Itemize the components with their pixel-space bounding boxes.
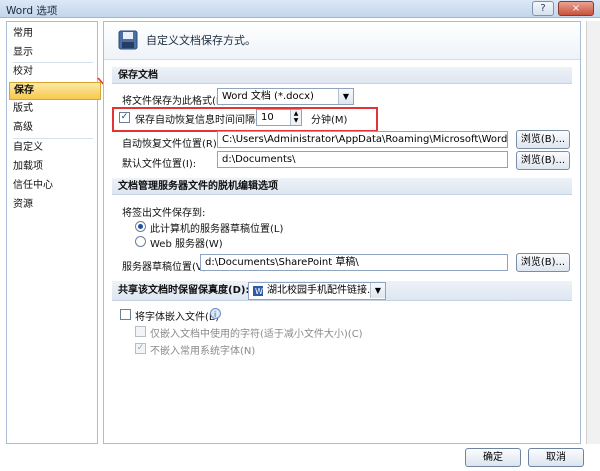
sidebar-item-resources[interactable]: 资源 [13,197,33,213]
save-disk-icon [118,30,138,50]
no-common-fonts-checkbox[interactable]: ✓ [135,343,146,354]
default-location-input[interactable]: d:\Documents\ [217,151,508,168]
section-offline-editing: 文档管理服务器文件的脱机编辑选项 [112,178,572,195]
embed-fonts-checkbox[interactable] [120,309,131,320]
server-drafts-radio-label: 此计算机的服务器草稿位置(L) [150,224,284,235]
word-document-icon: W [253,286,263,296]
window-title: Word 选项 [6,5,58,17]
sidebar-item-proofing[interactable]: 校对 [13,64,33,80]
autorecover-minutes-value: 10 [261,112,274,123]
cancel-button[interactable]: 取消 [528,448,584,467]
browse-drafts-button[interactable]: 浏览(B)... [516,253,570,272]
help-button[interactable]: ? [532,1,554,16]
autorecover-unit: 分钟(M) [311,115,348,126]
drafts-location-input[interactable]: d:\Documents\SharePoint 草稿\ [200,254,508,271]
no-common-fonts-label: 不嵌入常用系统字体(N) [150,346,256,357]
sidebar-item-advanced[interactable]: 高级 [13,120,33,136]
svg-text:i: i [214,310,216,319]
background-window-edge [586,21,600,444]
embed-subset-label: 仅嵌入文档中使用的字符(适于减小文件大小)(C) [150,329,363,340]
save-format-dropdown[interactable]: Word 文档 (*.docx) ▼ [217,88,354,105]
svg-text:W: W [255,287,263,296]
sidebar-item-layout[interactable]: 版式 [13,101,33,117]
sidebar-item-display[interactable]: 显示 [13,45,33,61]
embed-fonts-label: 将字体嵌入文件(E) [135,312,220,323]
chevron-down-icon: ▼ [370,283,385,298]
autorecover-label: 保存自动恢复信息时间间隔(A) [135,115,270,126]
server-drafts-radio[interactable] [135,221,146,232]
info-icon: i [210,308,221,319]
sidebar-item-trust-center[interactable]: 信任中心 [13,178,53,194]
save-format-value: Word 文档 (*.docx) [222,91,314,102]
close-button[interactable]: × [558,1,594,16]
title-bar: Word 选项 ? × [0,0,600,18]
section-save-documents: 保存文档 [112,67,572,84]
save-format-label: 将文件保存为此格式(F): [122,96,229,107]
fidelity-label: 共享该文档时保留保真度(D): [118,285,250,296]
fidelity-document-value: 湖北校园手机配件链接.docx [267,285,386,296]
sidebar-separator [13,138,93,139]
sidebar-separator [13,62,93,63]
ok-button[interactable]: 确定 [465,448,521,467]
default-location-label: 默认文件位置(I): [122,159,197,170]
content-panel: 自定义文档保存方式。 保存文档 将文件保存为此格式(F): Word 文档 (*… [103,21,581,444]
embed-subset-checkbox[interactable] [135,326,146,337]
drafts-location-label: 服务器草稿位置(V): [122,262,211,273]
web-server-radio-label: Web 服务器(W) [150,239,223,250]
browse-autorecover-button[interactable]: 浏览(B)... [516,130,570,149]
browse-default-button[interactable]: 浏览(B)... [516,151,570,170]
autorecover-checkbox[interactable]: ✓ [119,112,130,123]
web-server-radio[interactable] [135,236,146,247]
spinner-icon[interactable]: ▲ ▼ [290,110,301,125]
header-text: 自定义文档保存方式。 [146,34,256,47]
sidebar-item-addins[interactable]: 加载项 [13,159,43,175]
save-checkout-label: 将签出文件保存到: [122,208,206,219]
chevron-down-icon: ▼ [338,89,353,104]
sidebar-item-customize[interactable]: 自定义 [13,140,43,156]
content-header: 自定义文档保存方式。 [104,22,580,60]
autorecover-location-input[interactable]: C:\Users\Administrator\AppData\Roaming\M… [217,131,508,148]
sidebar-item-general[interactable]: 常用 [13,26,33,42]
autorecover-minutes-input[interactable]: 10 ▲ ▼ [256,109,302,126]
sidebar-item-save[interactable]: 保存 [9,82,101,100]
sidebar: 常用 显示 校对 保存 版式 高级 自定义 加载项 信任中心 资源 [6,21,101,444]
autorecover-location-label: 自动恢复文件位置(R): [122,139,221,150]
fidelity-document-dropdown[interactable]: W 湖北校园手机配件链接.docx ▼ [248,282,386,300]
